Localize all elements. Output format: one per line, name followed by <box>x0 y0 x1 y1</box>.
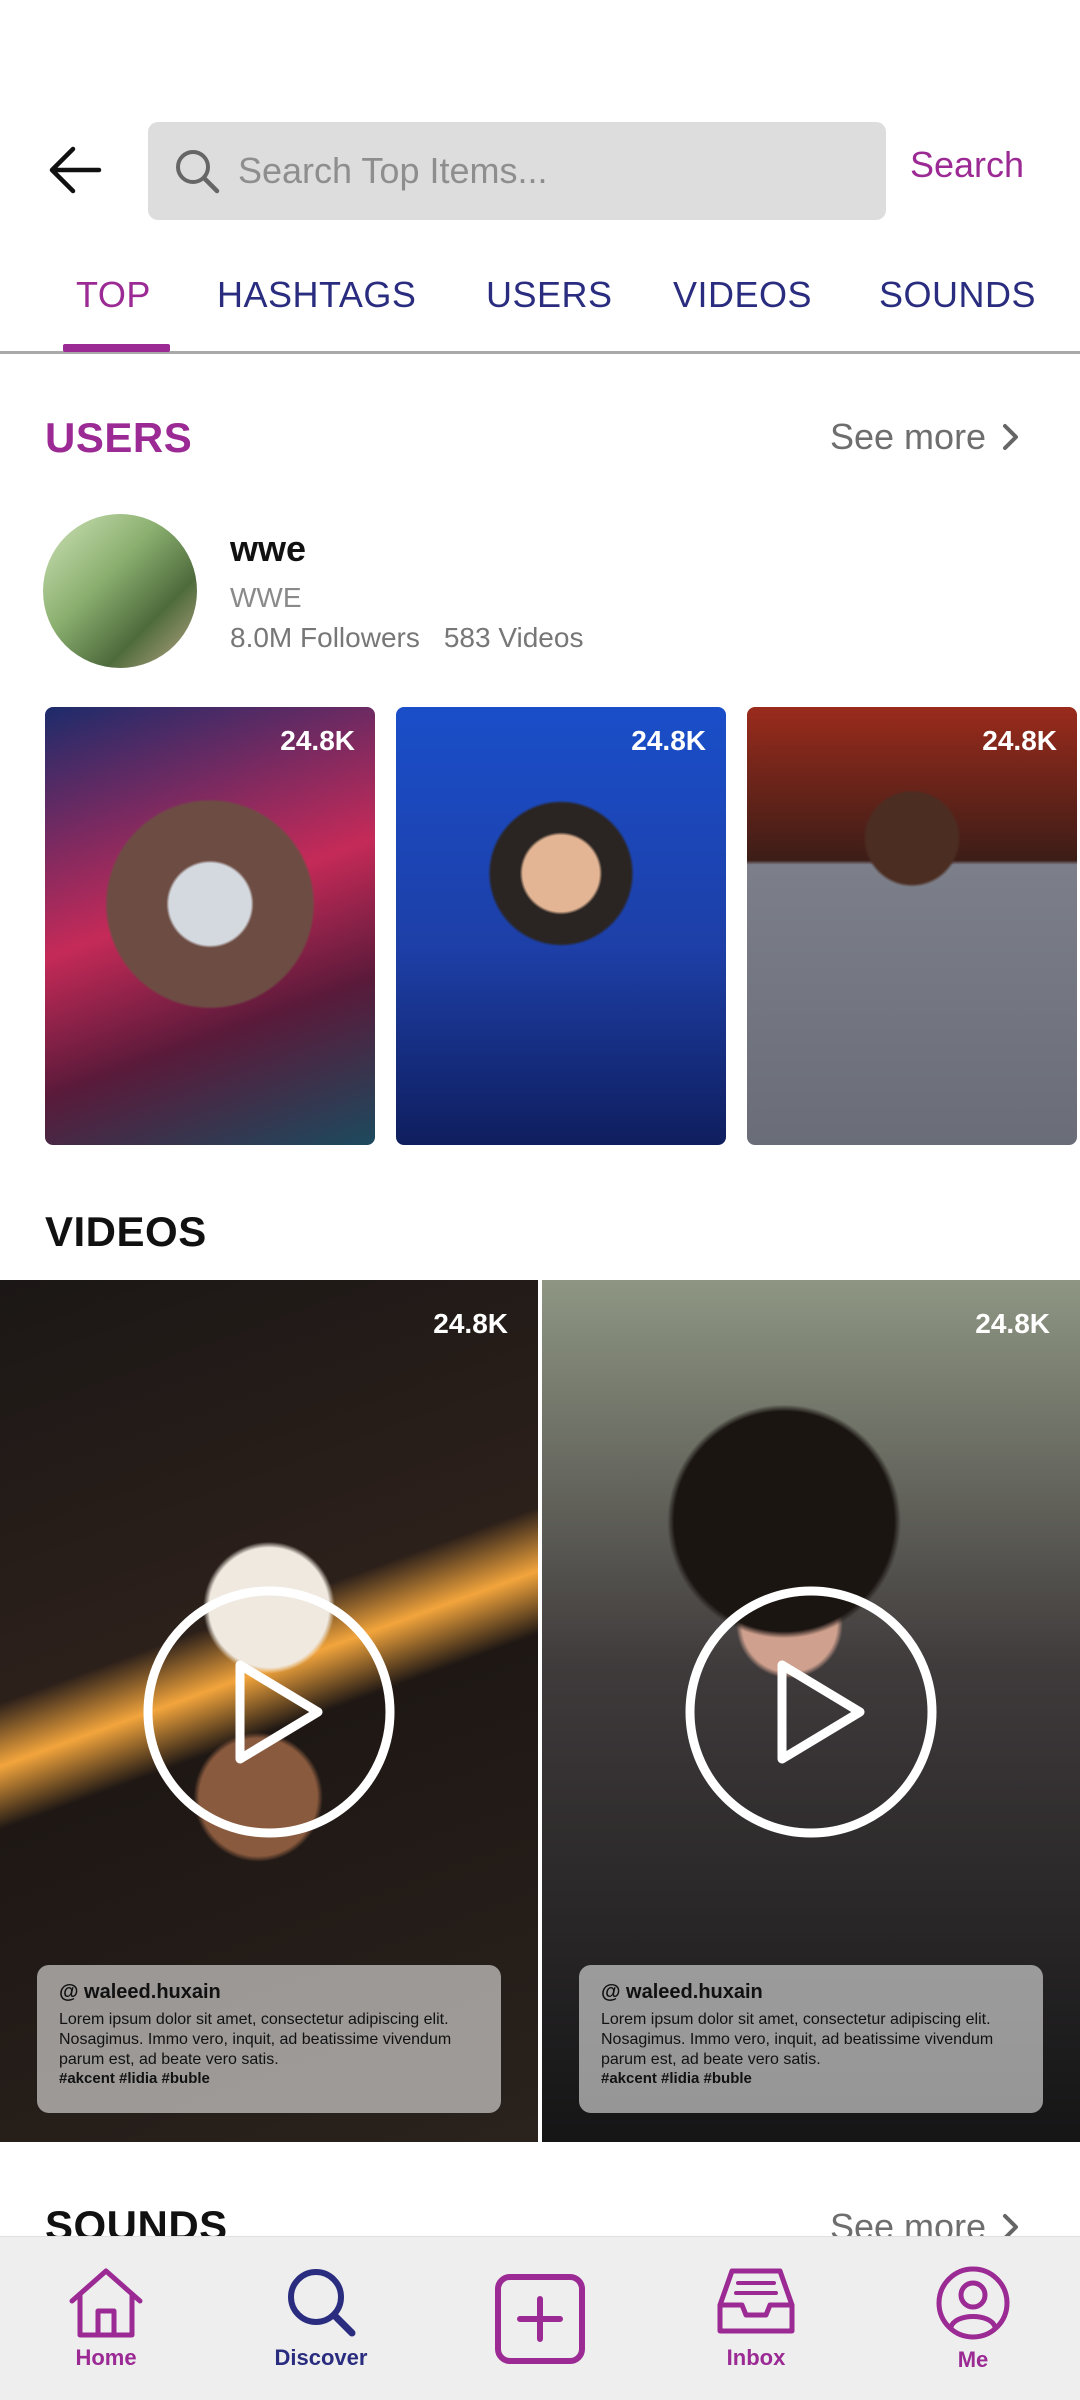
active-tab-indicator <box>63 344 170 352</box>
home-icon <box>69 2268 143 2338</box>
video-author[interactable]: @ waleed.huxain <box>59 1981 479 2004</box>
search-icon <box>288 2269 356 2337</box>
video-card[interactable]: 24.8K @ waleed.huxain Lorem ipsum dolor … <box>0 1280 538 2142</box>
nav-inbox[interactable]: Inbox <box>666 2237 846 2400</box>
view-count: 24.8K <box>631 725 706 756</box>
user-handle: WWE <box>230 582 302 613</box>
tab-sounds[interactable]: SOUNDS <box>879 274 1036 316</box>
user-video-thumbnail[interactable]: 24.8K <box>396 707 726 1145</box>
nav-home-label: Home <box>75 2345 137 2370</box>
video-hashtags[interactable]: #akcent #lidia #buble <box>601 2070 1021 2087</box>
tab-users[interactable]: USERS <box>486 274 613 316</box>
nav-me[interactable]: Me <box>883 2237 1063 2400</box>
top-bar: Search <box>0 0 1080 260</box>
add-icon <box>495 2274 585 2364</box>
nav-discover-label: Discover <box>274 2345 368 2370</box>
search-field[interactable] <box>148 122 886 220</box>
nav-create[interactable] <box>450 2237 630 2400</box>
video-hashtags[interactable]: #akcent #lidia #buble <box>59 2070 479 2087</box>
arrow-left-icon <box>49 146 102 194</box>
user-video-thumbnail[interactable]: 24.8K <box>45 707 375 1145</box>
search-input[interactable] <box>238 150 838 192</box>
tab-top[interactable]: TOP <box>76 274 151 316</box>
video-description: Lorem ipsum dolor sit amet, consectetur … <box>601 2011 994 2068</box>
play-icon[interactable] <box>684 1585 938 1839</box>
video-caption: @ waleed.huxain Lorem ipsum dolor sit am… <box>37 1965 501 2113</box>
tab-videos[interactable]: VIDEOS <box>673 274 812 316</box>
search-icon <box>176 150 220 194</box>
user-video-thumbnail[interactable]: 24.8K <box>747 707 1077 1145</box>
user-stats: 8.0M Followers 583 Videos <box>230 622 583 654</box>
users-see-more-button[interactable]: See more <box>830 416 1022 458</box>
view-count: 24.8K <box>975 1308 1050 1339</box>
profile-icon <box>936 2266 1010 2340</box>
inbox-icon <box>717 2268 795 2334</box>
users-section-title: USERS <box>45 414 193 461</box>
play-icon[interactable] <box>142 1585 396 1839</box>
nav-home[interactable]: Home <box>16 2237 196 2400</box>
nav-inbox-label: Inbox <box>726 2345 786 2370</box>
videos-count: 583 Videos <box>443 622 584 653</box>
search-button[interactable]: Search <box>910 144 1024 186</box>
category-tabs: TOP HASHTAGS USERS VIDEOS SOUNDS <box>0 256 1080 354</box>
nav-me-label: Me <box>957 2347 989 2372</box>
video-description: Lorem ipsum dolor sit amet, consectetur … <box>59 2011 452 2068</box>
see-more-label: See more <box>830 416 987 457</box>
user-name[interactable]: wwe <box>230 528 306 570</box>
tab-hashtags[interactable]: HASHTAGS <box>217 274 416 316</box>
back-button[interactable] <box>40 140 110 200</box>
view-count: 24.8K <box>982 725 1057 756</box>
videos-section-title: VIDEOS <box>45 1208 207 1255</box>
video-card[interactable]: 24.8K @ waleed.huxain Lorem ipsum dolor … <box>542 1280 1080 2142</box>
video-author[interactable]: @ waleed.huxain <box>601 1981 1021 2004</box>
video-caption: @ waleed.huxain Lorem ipsum dolor sit am… <box>579 1965 1043 2113</box>
nav-discover[interactable]: Discover <box>231 2237 411 2400</box>
bottom-navigation: Home Discover Inbox Me <box>0 2236 1080 2400</box>
followers-count: 8.0M Followers <box>230 622 420 653</box>
user-avatar[interactable] <box>43 514 197 668</box>
view-count: 24.8K <box>280 725 355 756</box>
view-count: 24.8K <box>433 1308 508 1339</box>
chevron-right-icon <box>1003 424 1019 450</box>
